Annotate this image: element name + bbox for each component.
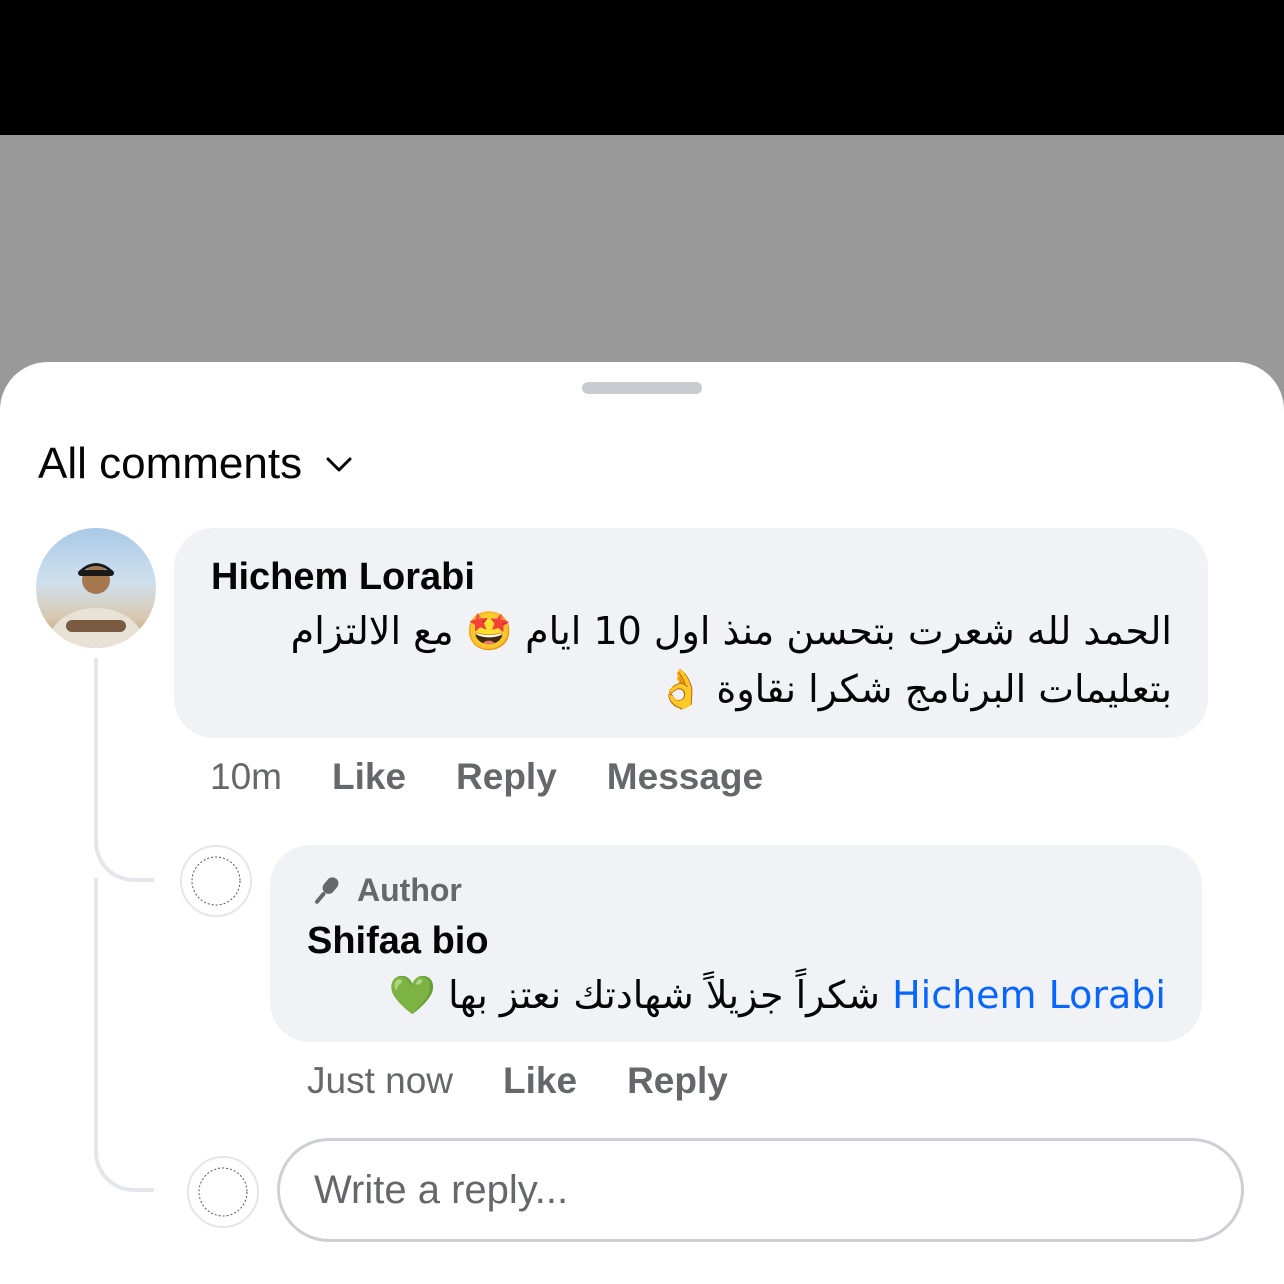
mention-link[interactable]: Hichem Lorabi bbox=[892, 973, 1166, 1017]
comment-text-line: بتعليمات البرنامج شكرا نقاوة 👌 bbox=[657, 667, 1172, 711]
reply-actions: Just now Like Reply bbox=[307, 1060, 778, 1102]
brand-logo bbox=[198, 1167, 248, 1217]
reply-timestamp: Just now bbox=[307, 1060, 454, 1101]
author-badge-label: Author bbox=[357, 872, 462, 908]
reply-button[interactable]: Reply bbox=[456, 756, 557, 798]
comments-filter-dropdown[interactable]: All comments bbox=[38, 439, 354, 488]
microphone-icon bbox=[315, 876, 339, 904]
avatar[interactable] bbox=[36, 528, 156, 648]
comment-actions: 10m Like Reply Message bbox=[210, 756, 813, 798]
avatar[interactable] bbox=[180, 845, 252, 917]
message-button[interactable]: Message bbox=[607, 756, 763, 798]
comment-bubble[interactable]: Hichem Lorabi الحمد لله شعرت بتحسن منذ ا… bbox=[174, 528, 1208, 738]
comment-author-name[interactable]: Hichem Lorabi bbox=[211, 556, 475, 599]
reply-button[interactable]: Reply bbox=[627, 1060, 728, 1102]
profile-photo bbox=[46, 563, 146, 648]
brand-logo bbox=[191, 856, 241, 906]
thread-line bbox=[94, 658, 154, 882]
avatar bbox=[187, 1156, 259, 1228]
comments-sheet: All comments Hichem Lorabi الحمد لله شعر… bbox=[0, 362, 1284, 1284]
drag-handle[interactable] bbox=[582, 382, 702, 394]
like-button[interactable]: Like bbox=[503, 1060, 577, 1102]
reply-author-name[interactable]: Shifaa bio bbox=[307, 920, 489, 963]
like-button[interactable]: Like bbox=[332, 756, 406, 798]
thread-line bbox=[94, 878, 154, 1192]
comment-text-line: الحمد لله شعرت بتحسن منذ اول 10 ايام 🤩 م… bbox=[290, 609, 1172, 653]
reply-text: Hichem Lorabi شكراً جزيلاً شهادتك نعتز ب… bbox=[286, 964, 1166, 1026]
reply-input[interactable]: Write a reply... bbox=[277, 1138, 1244, 1242]
status-bar bbox=[0, 0, 1284, 135]
filter-label: All comments bbox=[38, 439, 303, 488]
reply-text-body: شكراً جزيلاً شهادتك نعتز بها 💚 bbox=[388, 973, 880, 1017]
reply-input-placeholder: Write a reply... bbox=[314, 1167, 569, 1212]
chevron-down-icon bbox=[326, 457, 352, 472]
author-badge: Author bbox=[307, 872, 462, 909]
comment-timestamp: 10m bbox=[210, 756, 282, 797]
